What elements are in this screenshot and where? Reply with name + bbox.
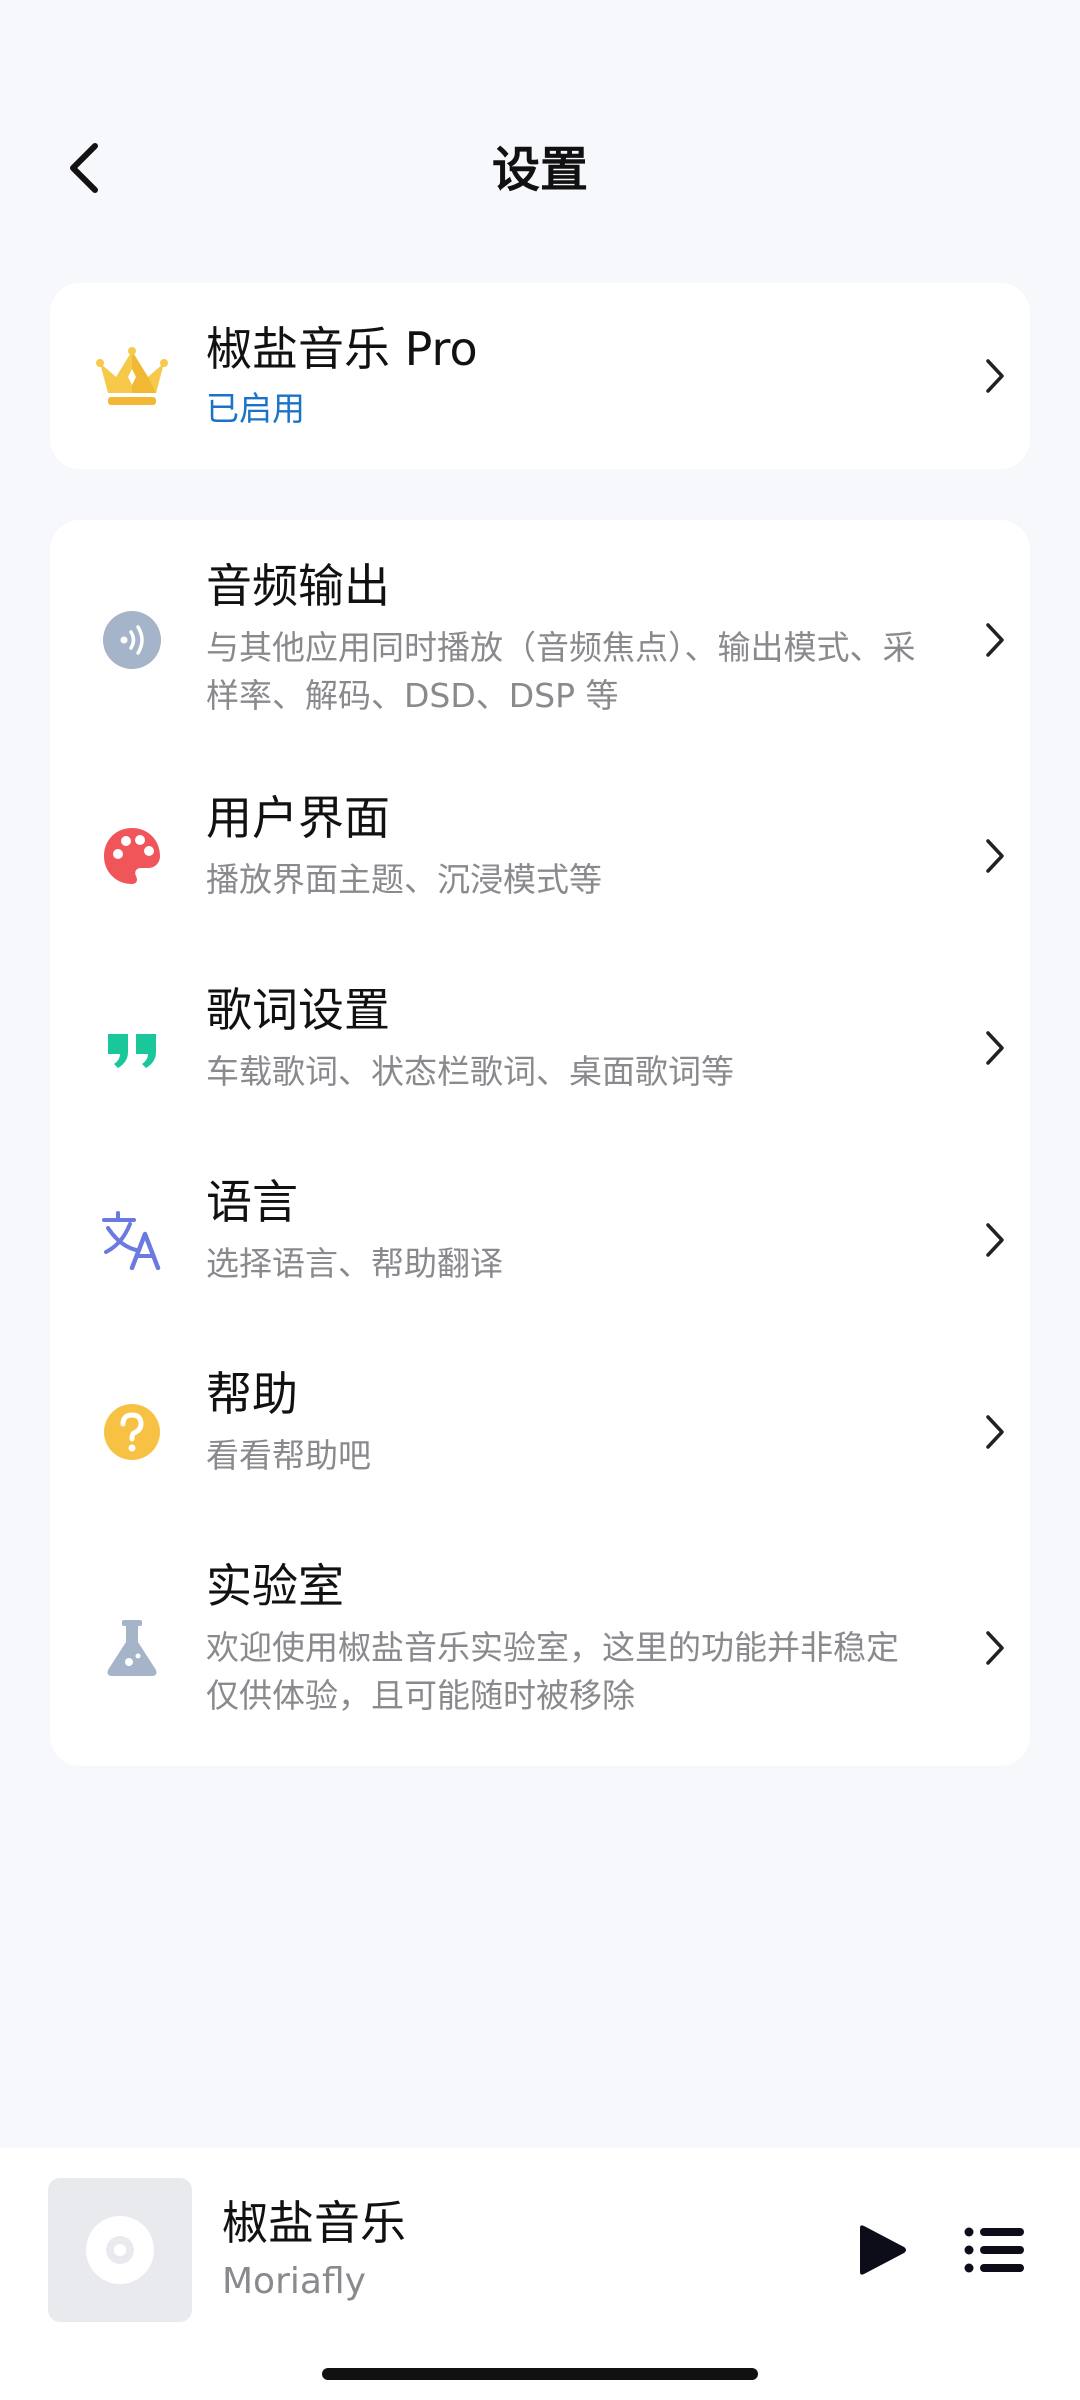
playlist-icon [964,2227,1024,2273]
help-icon [100,1400,164,1464]
settings-item-lab[interactable]: 实验室 欢迎使用椒盐音乐实验室，这里的功能并非稳定仅供体验，且可能随时被移除 [50,1528,1030,1766]
chevron-right-icon [980,1215,1010,1265]
play-button[interactable] [848,2218,912,2282]
mini-player[interactable]: 椒盐音乐 Moriafly [0,2148,1080,2400]
track-artist: Moriafly [222,2261,366,2302]
settings-item-subtitle: 与其他应用同时播放（音频焦点）、输出模式、采样率、解码、DSD、DSP 等 [206,628,916,715]
home-indicator[interactable] [322,2368,758,2380]
settings-item-title: 歌词设置 [206,983,390,1037]
playlist-button[interactable] [962,2220,1026,2280]
chevron-right-icon [980,1407,1010,1457]
chevron-right-icon [980,615,1010,665]
settings-item-subtitle: 车载歌词、状态栏歌词、桌面歌词等 [206,1052,734,1091]
disc-icon [86,2216,154,2284]
chevron-right-icon [980,351,1010,401]
settings-item-ui[interactable]: 用户界面 播放界面主题、沉浸模式等 [50,760,1030,952]
chevron-right-icon [980,1023,1010,1073]
speaker-icon [100,608,164,672]
crown-icon [94,343,170,409]
pro-title: 椒盐音乐 Pro [206,322,478,376]
settings-item-subtitle: 播放界面主题、沉浸模式等 [206,860,602,899]
track-title: 椒盐音乐 [222,2196,406,2250]
settings-item-subtitle: 选择语言、帮助翻译 [206,1244,503,1283]
top-bar: 设置 [0,0,1080,260]
settings-item-subtitle: 看看帮助吧 [206,1436,371,1475]
settings-item-language[interactable]: 语言 选择语言、帮助翻译 [50,1144,1030,1336]
quote-icon [100,1016,164,1080]
settings-item-subtitle: 欢迎使用椒盐音乐实验室，这里的功能并非稳定仅供体验，且可能随时被移除 [206,1628,899,1715]
settings-item-title: 语言 [206,1175,298,1229]
settings-item-title: 用户界面 [206,791,390,845]
palette-icon [100,824,164,888]
play-icon [860,2225,906,2275]
translate-icon [100,1208,164,1272]
settings-item-title: 实验室 [206,1559,344,1613]
pro-row[interactable]: 椒盐音乐 Pro 已启用 [50,283,1030,469]
settings-item-title: 音频输出 [206,559,390,613]
settings-screen: 设置 椒盐音乐 Pro 已启用 音频输出 与其他应用同时播放（音频焦点）、输出模… [0,0,1080,2400]
flask-icon [100,1616,164,1680]
settings-item-audio[interactable]: 音频输出 与其他应用同时播放（音频焦点）、输出模式、采样率、解码、DSD、DSP… [50,520,1030,760]
page-title: 设置 [491,142,588,198]
settings-item-title: 帮助 [206,1367,298,1421]
settings-list-card: 音频输出 与其他应用同时播放（音频焦点）、输出模式、采样率、解码、DSD、DSP… [50,520,1030,1766]
settings-item-lyrics[interactable]: 歌词设置 车载歌词、状态栏歌词、桌面歌词等 [50,952,1030,1144]
pro-card: 椒盐音乐 Pro 已启用 [50,283,1030,469]
album-art[interactable] [48,2178,192,2322]
pro-status: 已启用 [206,389,305,428]
chevron-right-icon [980,831,1010,881]
settings-item-help[interactable]: 帮助 看看帮助吧 [50,1336,1030,1528]
chevron-right-icon [980,1623,1010,1673]
